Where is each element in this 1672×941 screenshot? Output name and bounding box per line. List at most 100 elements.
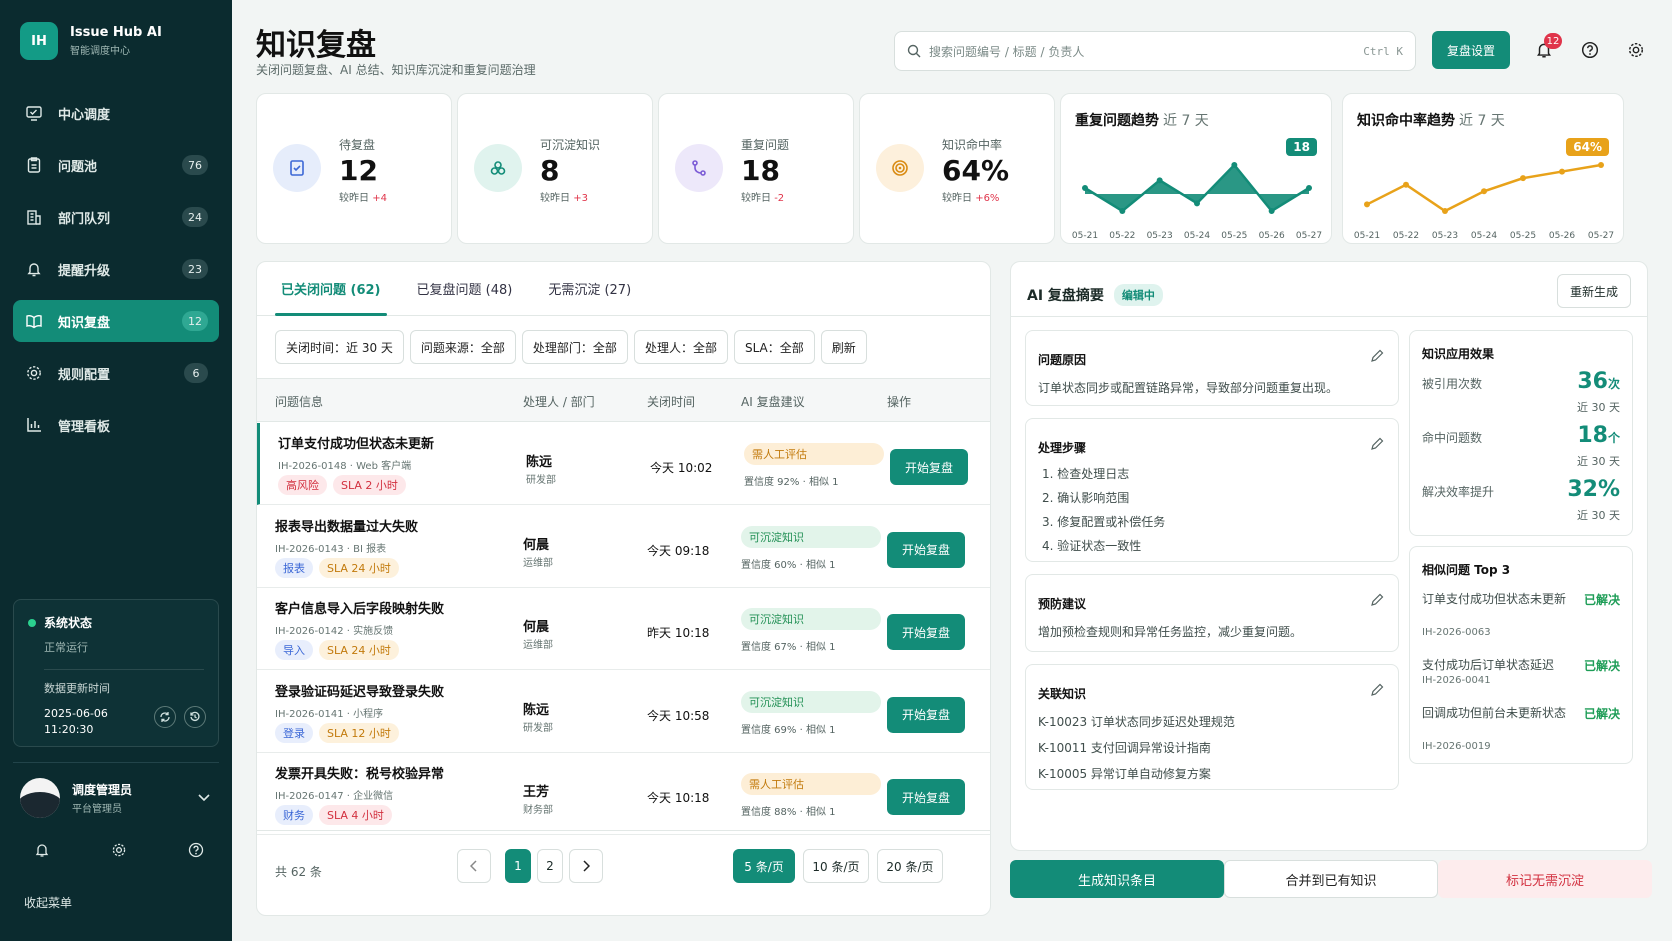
prev-page-button[interactable] bbox=[457, 849, 491, 883]
start-review-button[interactable]: 开始复盘 bbox=[890, 449, 968, 485]
stat-delta: 较昨日 -2 bbox=[741, 193, 785, 204]
merge-knowledge-button[interactable]: 合并到已有知识 bbox=[1224, 860, 1438, 898]
table-row[interactable]: 订单支付成功但状态未更新 IH-2026-0148 · Web 客户端 高风险 S… bbox=[257, 423, 990, 505]
owner-name: 何晨 bbox=[523, 620, 550, 635]
stat-value: 64% bbox=[942, 154, 1010, 187]
filter-0[interactable]: 关闭时间：近 30 天 bbox=[275, 330, 404, 364]
sla-tag: SLA 12 小时 bbox=[319, 722, 399, 743]
similar-title: 相似问题 Top 3 bbox=[1422, 563, 1511, 577]
filter-1[interactable]: 问题来源：全部 bbox=[409, 330, 516, 364]
step-item: 1. 检查处理日志 bbox=[1042, 467, 1130, 481]
start-review-button[interactable]: 开始复盘 bbox=[887, 696, 965, 733]
similar-issue-title[interactable]: 订单支付成功但状态未更新 bbox=[1422, 591, 1572, 608]
sidebar-item-5[interactable]: 规则配置 6 bbox=[13, 352, 219, 394]
start-review-button[interactable]: 开始复盘 bbox=[887, 779, 965, 815]
sidebar-item-6[interactable]: 管理看板 bbox=[13, 404, 219, 446]
sidebar-item-4[interactable]: 知识复盘 12 bbox=[13, 300, 219, 342]
update-time-label: 数据更新时间 bbox=[44, 682, 110, 695]
refresh-button[interactable]: 刷新 bbox=[820, 330, 867, 364]
trend-line bbox=[1366, 163, 1602, 213]
trend-point bbox=[1520, 175, 1526, 182]
confidence-text: 置信度 67% · 相似 1 bbox=[741, 642, 836, 653]
trend-tick-label: 05-23 bbox=[1147, 231, 1173, 241]
status-dot bbox=[28, 618, 36, 627]
trend-tick-label: 05-24 bbox=[1184, 231, 1210, 241]
stat-delta: 较昨日 +3 bbox=[540, 193, 588, 204]
table-row[interactable]: 客户信息导入后字段映射失败 IH-2026-0142 · 实施反馈 导入 SLA … bbox=[257, 588, 990, 670]
system-status-text: 正常运行 bbox=[44, 641, 88, 654]
search-input[interactable]: 搜索问题编号 / 标题 / 负责人 bbox=[929, 43, 1363, 60]
metric-value: 32% bbox=[1567, 477, 1620, 502]
start-review-button[interactable]: 开始复盘 bbox=[887, 614, 965, 650]
related-knowledge-title: 关联知识 bbox=[1038, 687, 1087, 701]
next-page-button[interactable] bbox=[569, 849, 603, 883]
gear-icon[interactable] bbox=[111, 842, 127, 858]
sidebar-item-2[interactable]: 部门队列 24 bbox=[13, 196, 219, 238]
similar-issue-title[interactable]: 支付成功后订单状态延迟 bbox=[1422, 657, 1572, 674]
mark-no-sediment-button[interactable]: 标记无需沉淀 bbox=[1438, 860, 1652, 898]
regenerate-button[interactable]: 重新生成 bbox=[1557, 274, 1631, 308]
collapse-menu-button[interactable]: 收起菜单 bbox=[24, 894, 72, 911]
page-size-10[interactable]: 10 条/页 bbox=[803, 849, 869, 883]
sla-tag: SLA 4 小时 bbox=[319, 805, 392, 825]
steps-title: 处理步骤 bbox=[1038, 441, 1087, 455]
knowledge-link[interactable]: K-10011 支付回调异常设计指南 bbox=[1038, 739, 1211, 756]
ai-suggestion-badge: 需人工评估 bbox=[744, 443, 884, 465]
trend-chart: 知识命中率趋势近 7 天 05-21 05-22 05-23 05-24 05-25 05-… bbox=[1342, 93, 1624, 244]
sidebar-item-3[interactable]: 提醒升级 23 bbox=[13, 248, 219, 290]
issue-tag: 导入 bbox=[275, 640, 313, 660]
table-row[interactable]: 登录验证码延迟导致登录失败 IH-2026-0141 · 小程序 登录 SLA 1… bbox=[257, 671, 990, 753]
tab-2[interactable]: 无需沉淀 (27) bbox=[542, 262, 637, 315]
sync-icon[interactable] bbox=[154, 706, 176, 728]
table-row[interactable]: 发票开具失败：税号校验异常 IH-2026-0147 · 企业微信 财务 SLA … bbox=[257, 753, 990, 835]
review-settings-button[interactable]: 复盘设置 bbox=[1432, 31, 1510, 69]
page-1-button[interactable]: 1 bbox=[505, 849, 531, 883]
table-row[interactable]: 报表导出数据量过大失败 IH-2026-0143 · BI 报表 报表 SLA 2… bbox=[257, 506, 990, 588]
user-menu[interactable]: 调度管理员 平台管理员 bbox=[20, 778, 210, 818]
trend-point bbox=[1119, 208, 1126, 214]
issue-title: 发票开具失败：税号校验异常 bbox=[275, 767, 445, 782]
generate-knowledge-button[interactable]: 生成知识条目 bbox=[1010, 860, 1224, 898]
metric-value: 18个 bbox=[1577, 423, 1620, 448]
gear-icon[interactable] bbox=[1624, 38, 1648, 62]
start-review-button[interactable]: 开始复盘 bbox=[887, 531, 965, 568]
search-bar[interactable]: 搜索问题编号 / 标题 / 负责人 Ctrl K bbox=[894, 31, 1416, 71]
help-icon[interactable] bbox=[1578, 38, 1602, 62]
similar-issue-title[interactable]: 回调成功但前台未更新状态 bbox=[1422, 705, 1572, 722]
owner-dept: 研发部 bbox=[526, 475, 556, 486]
cause-section: 问题原因 订单状态同步或配置链路异常，导致部分问题重复出现。 bbox=[1025, 330, 1399, 406]
tab-1[interactable]: 已复盘问题 (48) bbox=[411, 262, 519, 315]
sidebar-item-badge: 23 bbox=[182, 259, 208, 279]
knowledge-link[interactable]: K-10005 异常订单自动修复方案 bbox=[1038, 765, 1211, 782]
bell-icon[interactable] bbox=[34, 842, 50, 858]
page-size-5[interactable]: 5 条/页 bbox=[733, 849, 795, 883]
filter-2[interactable]: 处理部门：全部 bbox=[521, 330, 628, 364]
owner-name: 何晨 bbox=[523, 537, 550, 553]
chevron-down-icon[interactable] bbox=[198, 794, 210, 802]
trend-tick-label: 05-27 bbox=[1296, 231, 1322, 241]
sidebar-item-1[interactable]: 问题池 76 bbox=[13, 144, 219, 186]
tab-0[interactable]: 已关闭问题 (62) bbox=[275, 262, 387, 316]
sidebar-item-0[interactable]: 中心调度 bbox=[13, 92, 219, 134]
trend-point bbox=[1442, 208, 1448, 214]
edit-icon[interactable] bbox=[1370, 437, 1384, 451]
history-icon[interactable] bbox=[184, 706, 206, 728]
knowledge-link[interactable]: K-10023 订单状态同步延迟处理规范 bbox=[1038, 713, 1235, 730]
similar-issue-status: 已解决 bbox=[1583, 593, 1620, 607]
help-icon[interactable] bbox=[188, 842, 204, 858]
step-item: 4. 验证状态一致性 bbox=[1042, 539, 1142, 553]
chevron-left-icon bbox=[470, 860, 477, 872]
trend-point bbox=[1559, 168, 1565, 175]
edit-icon[interactable] bbox=[1370, 349, 1384, 363]
page-size-20[interactable]: 20 条/页 bbox=[877, 849, 943, 883]
edit-icon[interactable] bbox=[1370, 593, 1384, 607]
book-icon bbox=[24, 311, 44, 331]
filter-4[interactable]: SLA：全部 bbox=[733, 330, 815, 364]
trend-tick-label: 05-27 bbox=[1588, 231, 1614, 241]
edit-icon[interactable] bbox=[1370, 683, 1384, 697]
notification-button[interactable]: 12 bbox=[1532, 33, 1562, 62]
sidebar-item-label: 中心调度 bbox=[58, 107, 111, 123]
filter-3[interactable]: 处理人：全部 bbox=[633, 330, 728, 364]
page-2-button[interactable]: 2 bbox=[537, 849, 563, 883]
metric-label: 命中问题数 bbox=[1422, 431, 1483, 445]
